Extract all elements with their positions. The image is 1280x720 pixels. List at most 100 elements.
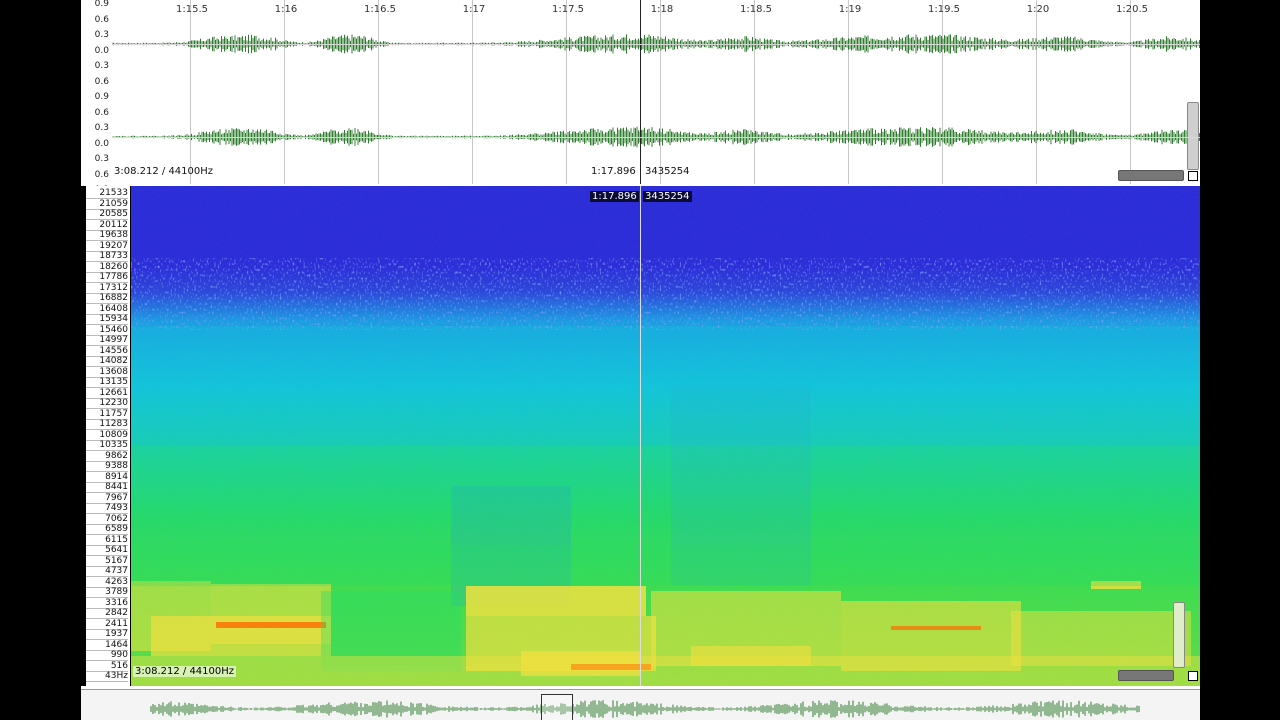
frequency-tick: 8441 [86,482,128,494]
overview-viewport-selector[interactable] [541,694,573,720]
amplitude-tick: 0.9 [94,0,109,9]
time-tick-label: 1:15.5 [176,4,208,15]
frequency-tick: 20585 [86,209,128,221]
frequency-tick: 2411 [86,619,128,630]
frequency-tick: 9388 [86,461,128,473]
frequency-tick: 14556 [86,346,128,357]
waveform-pane[interactable]: 0.90.60.30.00.30.60.90.60.30.00.30.60.9 … [81,0,1200,195]
time-tick-label: 1:19 [838,4,862,15]
time-gridline [1130,0,1131,184]
spectrogram-horizontal-zoom-bar[interactable] [1118,670,1174,681]
spectrogram-cursor[interactable] [640,186,641,686]
frequency-tick: 21059 [86,199,128,210]
spectrogram-cursor-time: 1:17.896 [590,191,639,202]
playback-cursor[interactable] [640,0,641,184]
amplitude-tick: 0.3 [94,30,109,40]
frequency-tick: 21533 [86,188,128,199]
frequency-tick: 19207 [86,241,128,252]
energy-region [131,656,1200,686]
time-tick-label: 1:19.5 [928,4,960,15]
frequency-tick: 4263 [86,577,128,588]
waveform-horizontal-zoom-bar[interactable] [1118,170,1184,181]
frequency-tick: 10335 [86,440,128,452]
frequency-tick: 3316 [86,598,128,609]
frequency-tick: 1937 [86,629,128,641]
frequency-tick: 5167 [86,556,128,567]
time-tick-label: 1:18 [650,4,674,15]
overview-waveform-path [150,700,1140,718]
frequency-tick: 16882 [86,293,128,305]
waveform-corner-toggle[interactable] [1188,171,1198,181]
frequency-tick: 18733 [86,251,128,263]
amplitude-tick: 0.6 [94,14,109,25]
frequency-tick: 8914 [86,472,128,483]
frequency-tick: 13135 [86,377,128,389]
amplitude-tick: 0.0 [94,138,109,149]
amplitude-tick: 0.6 [94,107,109,118]
spectrogram-vertical-zoom-handle[interactable] [1173,602,1185,668]
time-tick-label: 1:16.5 [364,4,396,15]
amplitude-tick: 0.0 [94,45,109,56]
frequency-tick: 12661 [86,388,128,399]
spectrogram-image [131,186,1200,686]
time-tick-label: 1:17 [462,4,486,15]
frequency-tick: 20112 [86,220,128,231]
time-gridline [378,0,379,184]
frequency-tick: 2842 [86,608,128,620]
frequency-tick: 3789 [86,587,128,599]
frequency-tick: 7967 [86,493,128,504]
frequency-tick: 43Hz [86,671,128,683]
frequency-tick: 16408 [86,304,128,315]
duration-info: 3:08.212 / 44100Hz [114,166,214,177]
waveform-grid[interactable]: 1:15.5 1:16 1:16.5 1:17 1:17.5 1:18 1:18.5 1:19… [112,0,1200,184]
energy-region [131,546,1200,586]
frequency-tick: 11283 [86,419,128,431]
frequency-tick: 15460 [86,325,128,336]
frequency-tick: 10809 [86,430,128,441]
time-tick-label: 1:20 [1026,4,1050,15]
energy-region [466,586,646,616]
frequency-tick: 19638 [86,230,128,242]
frequency-tick: 4737 [86,566,128,578]
overview-strip[interactable] [81,689,1200,720]
frequency-tick: 9862 [86,451,128,462]
frequency-tick: 14997 [86,335,128,347]
time-tick-label: 1:17.5 [552,4,584,15]
spectrogram-energy-regions [131,546,1200,686]
frequency-tick: 17786 [86,272,128,284]
time-gridline [660,0,661,184]
time-gridline [848,0,849,184]
overview-waveform [150,700,1140,718]
audio-editor-window: 0.90.60.30.00.30.60.90.60.30.00.30.60.9 … [81,0,1200,720]
waveform-vertical-zoom-handle[interactable] [1187,102,1199,170]
time-gridline [190,0,191,184]
time-tick-label: 1:20.5 [1116,4,1148,15]
frequency-tick: 18260 [86,262,128,273]
time-gridline [754,0,755,184]
spectrogram-pane[interactable]: 21533 21059 20585 20112 19638 19207 18733 18260… [81,186,1200,686]
frequency-tick: 6115 [86,535,128,546]
frequency-tick: 5641 [86,545,128,557]
zero-line [112,137,1200,138]
spectrogram-corner-toggle[interactable] [1188,671,1198,681]
frequency-axis: 21533 21059 20585 20112 19638 19207 18733 18260… [86,186,130,686]
frequency-tick: 15934 [86,314,128,326]
spectrogram-cursor-sample: 3435254 [643,191,692,202]
frequency-tick: 17312 [86,283,128,294]
energy-region [891,626,981,630]
frequency-tick: 12230 [86,398,128,410]
frequency-tick: 516 [86,661,128,672]
spectrogram-canvas[interactable]: 1:17.896 3435254 3:08.212 / 44100Hz [131,186,1200,686]
frequency-tick: 990 [86,650,128,662]
time-gridline [942,0,943,184]
amplitude-tick: 0.3 [94,61,109,71]
time-gridline [472,0,473,184]
amplitude-tick: 0.3 [94,123,109,133]
amplitude-tick: 0.9 [94,92,109,102]
amplitude-tick: 0.6 [94,169,109,180]
frequency-tick: 11757 [86,409,128,420]
amplitude-tick: 0.3 [94,154,109,164]
amplitude-tick: 0.6 [94,76,109,87]
zero-line [112,44,1200,45]
amplitude-axis: 0.90.60.30.00.30.60.90.60.30.00.30.60.9 [81,0,111,195]
